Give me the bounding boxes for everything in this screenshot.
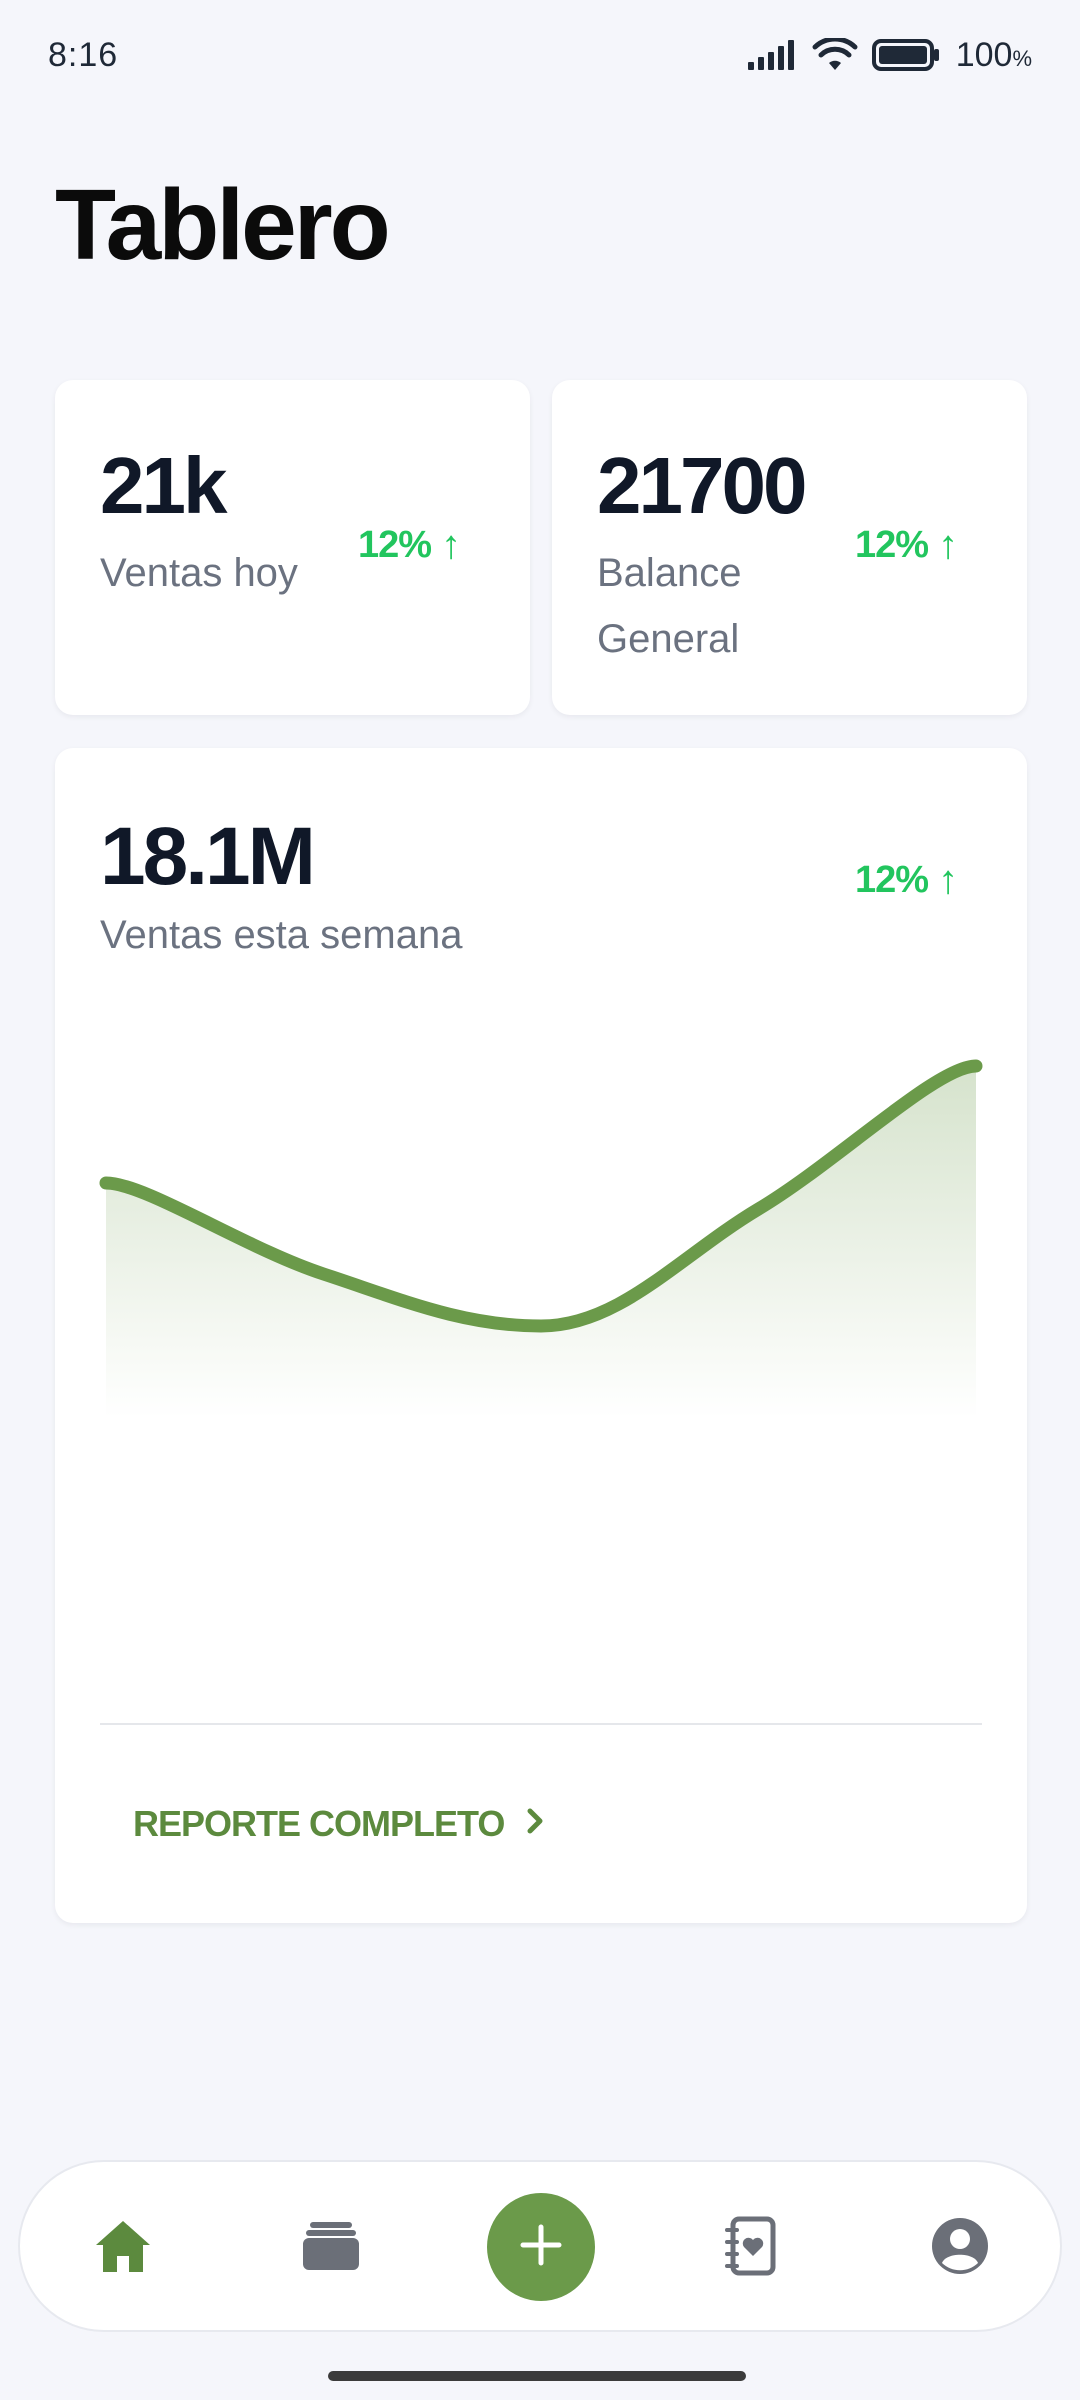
delta-value: 12% bbox=[854, 524, 929, 566]
delta-value: 12% bbox=[357, 524, 432, 566]
contact-book-icon bbox=[723, 2216, 779, 2281]
home-icon bbox=[93, 2218, 153, 2279]
divider bbox=[100, 1723, 982, 1725]
stat-value: 21700 bbox=[597, 441, 807, 530]
sales-chart bbox=[99, 1059, 983, 1418]
status-icons: 100% bbox=[747, 36, 1032, 75]
full-report-label: REPORTE COMPLETO bbox=[133, 1803, 505, 1844]
delta-value: 12% bbox=[854, 859, 929, 901]
arrow-up-icon: ↑ bbox=[938, 858, 958, 902]
stat-label: Ventas hoy bbox=[100, 551, 298, 595]
nav-wallet[interactable] bbox=[271, 2162, 391, 2334]
user-icon bbox=[931, 2217, 989, 2280]
week-value: 18.1M bbox=[100, 811, 316, 902]
status-bar: 8:16 100% bbox=[0, 0, 1080, 110]
plus-icon bbox=[517, 2221, 565, 2274]
bottom-nav bbox=[18, 2160, 1062, 2332]
home-indicator bbox=[328, 2371, 746, 2381]
arrow-up-icon: ↑ bbox=[938, 523, 958, 567]
balance-card[interactable]: 21700 Balance General 12% ↑ bbox=[552, 380, 1027, 715]
sales-today-card[interactable]: 21k Ventas hoy 12% ↑ bbox=[55, 380, 530, 715]
wallet-icon bbox=[301, 2220, 361, 2277]
stat-label: Balance General bbox=[597, 551, 742, 661]
nav-contacts[interactable] bbox=[691, 2162, 811, 2334]
signal-icon bbox=[747, 40, 798, 70]
wifi-icon bbox=[812, 38, 858, 72]
chevron-right-icon bbox=[526, 1803, 546, 1845]
nav-profile[interactable] bbox=[900, 2162, 1020, 2334]
weekly-sales-card: 18.1M Ventas esta semana 12% ↑ REPORTE C… bbox=[55, 748, 1027, 1923]
arrow-up-icon: ↑ bbox=[441, 523, 461, 567]
battery-value: 100 bbox=[955, 35, 1013, 74]
page-title: Tablero bbox=[55, 169, 391, 281]
nav-home[interactable] bbox=[63, 2162, 183, 2334]
add-button[interactable] bbox=[487, 2193, 595, 2301]
stat-value: 21k bbox=[100, 441, 227, 530]
stat-delta: 12% ↑ bbox=[357, 523, 461, 568]
battery-unit: % bbox=[1012, 45, 1032, 71]
full-report-link[interactable]: REPORTE COMPLETO bbox=[133, 1803, 546, 1845]
battery-icon bbox=[871, 39, 942, 71]
battery-percent: 100% bbox=[956, 36, 1032, 75]
status-time: 8:16 bbox=[48, 35, 119, 74]
week-label: Ventas esta semana bbox=[100, 913, 463, 957]
stat-delta: 12% ↑ bbox=[854, 523, 958, 568]
week-delta: 12% ↑ bbox=[854, 858, 958, 903]
